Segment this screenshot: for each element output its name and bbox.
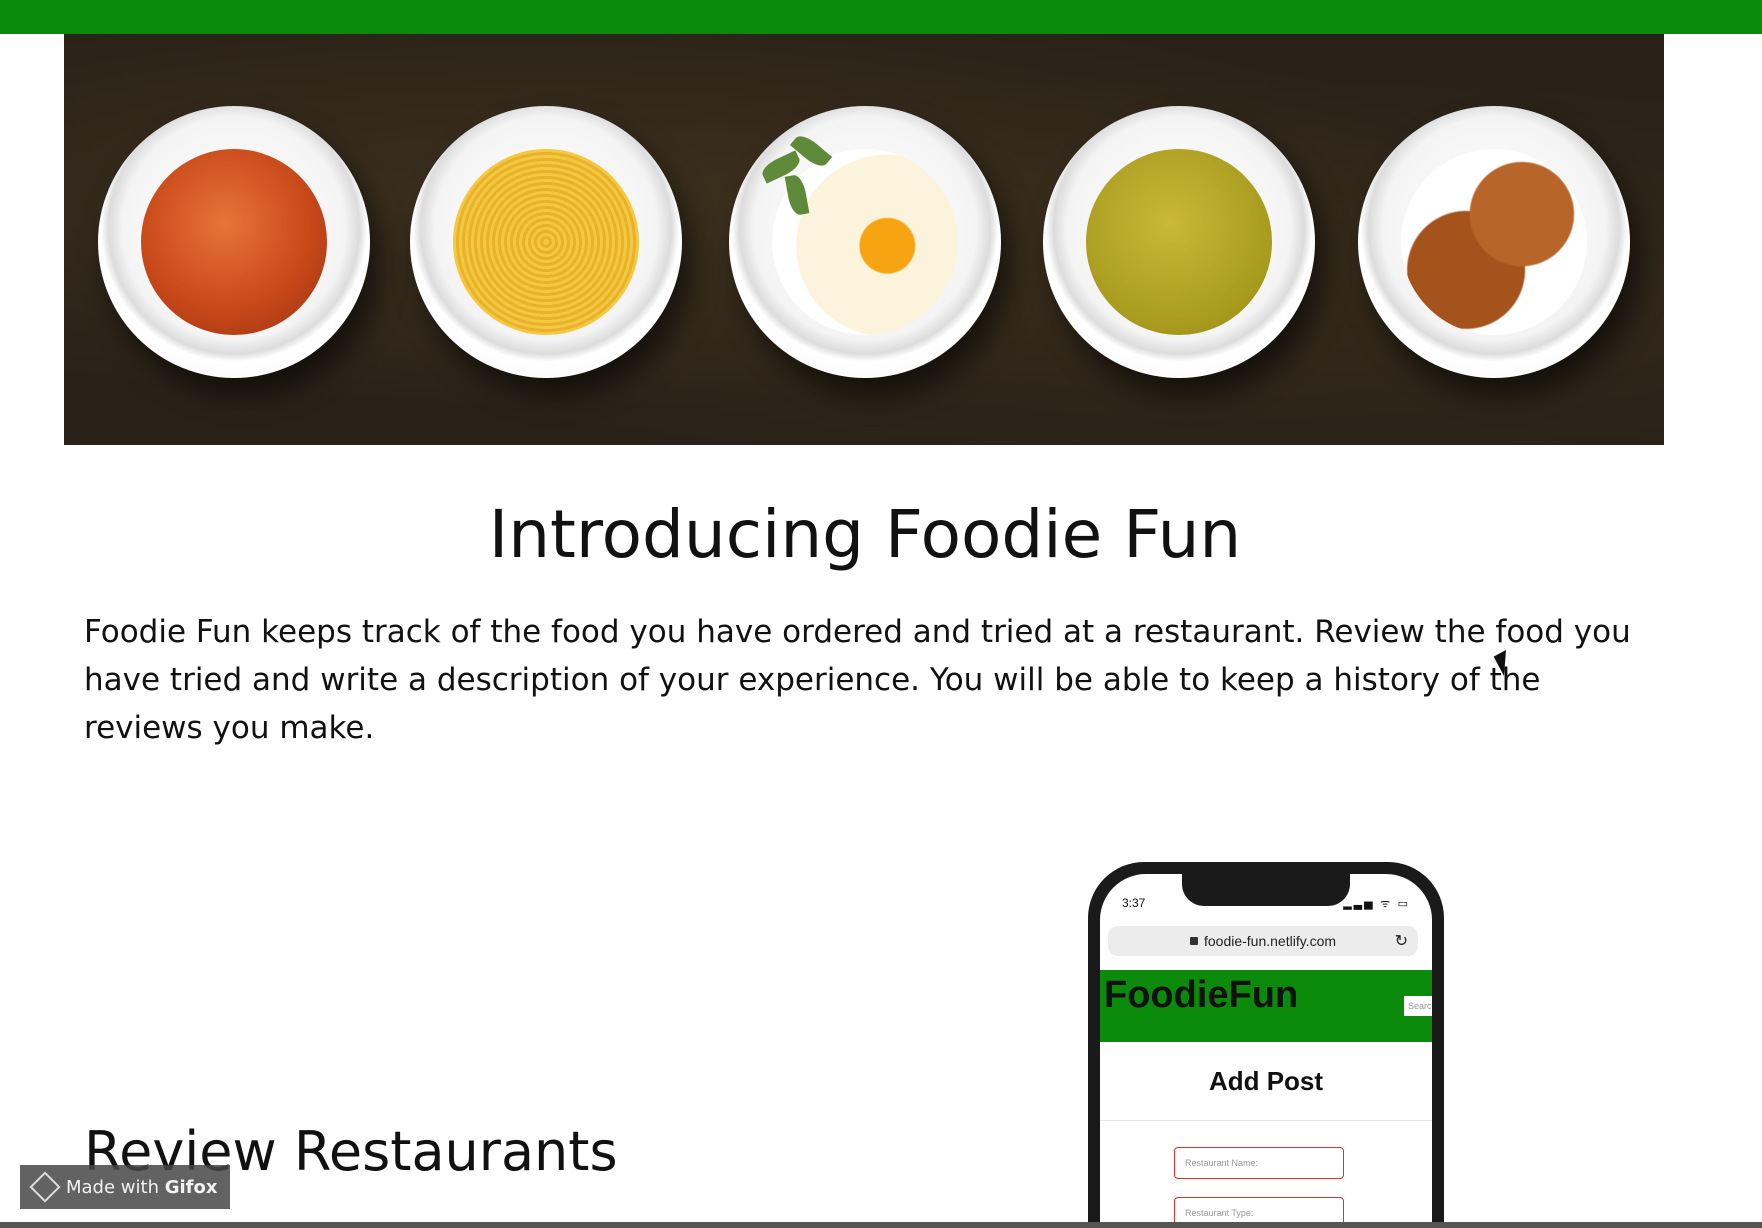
gifox-fox-icon [29, 1171, 61, 1203]
app-header: FoodieFun Searc [1100, 970, 1432, 1042]
phone-url-bar[interactable]: foodie-fun.netlify.com ↻ [1108, 926, 1418, 956]
top-green-bar [0, 0, 1762, 34]
phone-mockup: 3:37 ▂▃▅ ᯤ ▭ foodie-fun.netlify.com ↻ Fo… [1088, 862, 1444, 1228]
phone-url-text: foodie-fun.netlify.com [1203, 933, 1337, 949]
watermark-text: Made with Gifox [66, 1176, 218, 1198]
bottom-bar [0, 1222, 1762, 1228]
app-brand[interactable]: FoodieFun [1104, 974, 1298, 1017]
lock-icon [1189, 937, 1198, 945]
app-page-title: Add Post [1208, 1066, 1324, 1096]
pea-soup-plate-image [1043, 106, 1315, 378]
egg-plate-image [729, 106, 1001, 378]
spaghetti-plate-image [410, 106, 682, 378]
app-search-input[interactable]: Searc [1404, 996, 1432, 1016]
reload-icon[interactable]: ↻ [1395, 931, 1408, 951]
intro-paragraph: Foodie Fun keeps track of the food you h… [84, 614, 1631, 746]
croissant-plate-image [1358, 106, 1630, 378]
hero-banner-image [64, 34, 1664, 445]
phone-screen: 3:37 ▂▃▅ ᯤ ▭ foodie-fun.netlify.com ↻ Fo… [1100, 874, 1432, 1228]
restaurant-name-field[interactable]: Restaurant Name: [1174, 1147, 1344, 1179]
gifox-watermark: Made with Gifox [20, 1165, 230, 1209]
phone-time: 3:37 [1122, 896, 1146, 910]
phone-notch [1182, 874, 1350, 906]
app-divider [1100, 1120, 1432, 1121]
soup-plate-image [98, 106, 370, 378]
page-title: Introducing Foodie Fun [488, 496, 1242, 573]
signal-wifi-battery-icon: ▂▃▅ ᯤ ▭ [1343, 897, 1410, 910]
